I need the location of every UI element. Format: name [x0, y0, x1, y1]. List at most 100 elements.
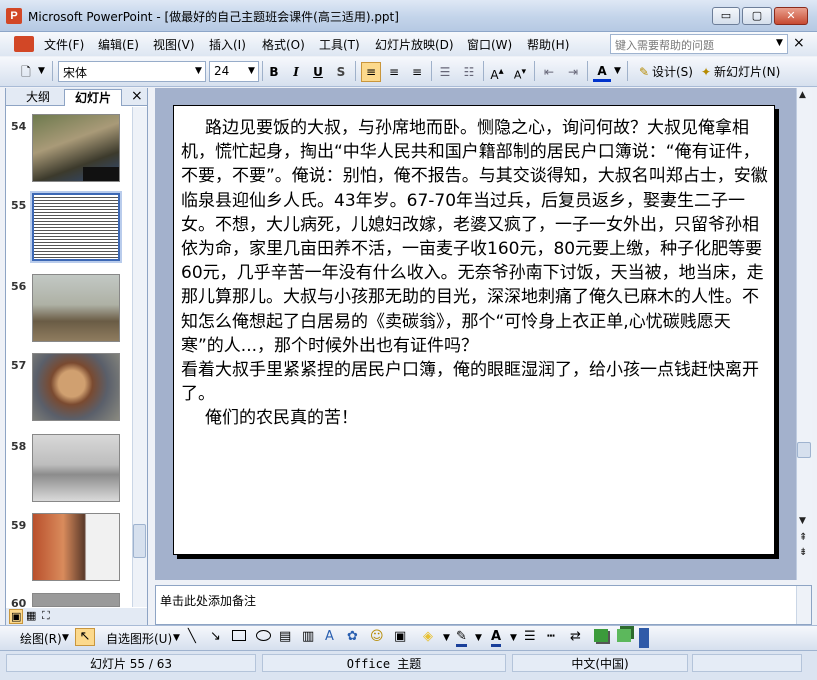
document-close-button[interactable]: × — [793, 35, 805, 51]
new-slide-button[interactable]: 新幻灯片(N) — [714, 62, 812, 82]
rectangle-icon[interactable] — [232, 630, 246, 641]
menu-help[interactable]: 帮助(H) — [527, 36, 569, 53]
align-right-icon[interactable]: ≡ — [408, 62, 426, 82]
scroll-up-icon[interactable]: ▲ — [799, 90, 806, 100]
document-icon[interactable] — [14, 36, 34, 52]
maximize-button[interactable]: ▢ — [742, 7, 772, 25]
clipart-icon[interactable]: ☺ — [370, 629, 384, 644]
tab-outline[interactable]: 大纲 — [14, 89, 62, 106]
select-pointer-icon[interactable]: ↖ — [75, 628, 95, 646]
menu-slideshow[interactable]: 幻灯片放映(D) — [375, 36, 454, 53]
draw-menu-button[interactable]: 绘图(R) — [20, 630, 62, 647]
powerpoint-app-icon[interactable]: P — [6, 8, 22, 24]
thumb-number: 55 — [11, 199, 27, 212]
shadow-style-icon[interactable] — [594, 629, 608, 642]
thumb-number: 59 — [11, 519, 27, 532]
window-title: Microsoft PowerPoint - [做最好的自己主题班会课件(高三适… — [28, 10, 399, 24]
chevron-down-icon[interactable]: ▼ — [62, 633, 69, 643]
panel-scrollbar-thumb[interactable] — [133, 524, 146, 558]
panel-close-button[interactable]: × — [131, 88, 143, 104]
slideshow-icon[interactable]: ⛶ — [42, 609, 50, 623]
slide-paragraph: 俺们的农民真的苦！ — [205, 408, 358, 429]
textbox-icon[interactable]: ▤ — [279, 629, 291, 644]
theme-name: Office 主题 — [262, 654, 506, 672]
toolbar-separator — [52, 61, 53, 81]
design-button[interactable]: 设计(S) — [652, 62, 694, 82]
chevron-down-icon[interactable]: ▼ — [776, 38, 783, 48]
slide-sorter-icon[interactable]: ▦ — [26, 609, 36, 622]
menu-window[interactable]: 窗口(W) — [467, 36, 512, 53]
toolbar-separator — [262, 61, 263, 81]
chevron-down-icon[interactable]: ▼ — [38, 66, 45, 76]
vertical-textbox-icon[interactable]: ▥ — [302, 629, 314, 644]
chevron-down-icon[interactable]: ▼ — [443, 633, 450, 643]
chevron-down-icon[interactable]: ▼ — [248, 66, 255, 76]
slide-thumbnail-60[interactable] — [32, 593, 120, 607]
font-name-select[interactable]: 宋体 — [58, 61, 206, 82]
toolbar-separator — [534, 61, 535, 81]
arrow-icon[interactable]: ↘ — [210, 629, 221, 644]
wordart-icon[interactable]: A — [325, 629, 334, 644]
menu-file[interactable]: 文件(F) — [44, 36, 84, 53]
slide-thumbnail-57[interactable] — [32, 353, 120, 421]
bulleted-list-icon[interactable]: ☷ — [460, 62, 478, 82]
thumb-number: 54 — [11, 120, 27, 133]
slide-thumbnail-58[interactable] — [32, 434, 120, 502]
new-document-icon[interactable]: 🗋 — [17, 62, 35, 82]
slide-thumbnail-55[interactable] — [32, 193, 120, 261]
menu-view[interactable]: 视图(V) — [153, 36, 195, 53]
chevron-down-icon[interactable]: ▼ — [614, 66, 621, 76]
diagram-icon[interactable]: ✿ — [347, 629, 358, 644]
slide-text-box[interactable]: 路边见要饭的大叔，与孙席地而卧。恻隐之心，询问何故？大叔见俺拿相机，慌忙起身，掏… — [181, 116, 769, 431]
slide-thumbnail-59[interactable] — [32, 513, 120, 581]
line-style-icon[interactable]: ☰ — [524, 629, 536, 644]
slide-thumbnail-56[interactable] — [32, 274, 120, 342]
chevron-down-icon[interactable]: ▼ — [173, 633, 180, 643]
previous-slide-icon[interactable]: ⇞ — [799, 532, 807, 543]
numbered-list-icon[interactable]: ☰ — [436, 62, 454, 82]
line-color-icon[interactable]: ✎ — [456, 629, 467, 647]
slide-thumbnail-54[interactable] — [32, 114, 120, 182]
menu-format[interactable]: 格式(O) — [262, 36, 305, 53]
toolbar-separator — [355, 61, 356, 81]
menu-insert[interactable]: 插入(I) — [209, 36, 246, 53]
normal-view-icon[interactable]: ▣ — [9, 609, 24, 624]
minimize-button[interactable]: ▭ — [712, 7, 740, 25]
menu-tools[interactable]: 工具(T) — [319, 36, 360, 53]
increase-font-icon[interactable]: A▴ — [488, 62, 506, 82]
chevron-down-icon[interactable]: ▼ — [195, 66, 202, 76]
align-left-icon[interactable]: ≡ — [361, 62, 381, 82]
arrow-style-icon[interactable]: ⇄ — [570, 629, 581, 644]
fill-color-icon[interactable]: ◈ — [423, 629, 433, 644]
tab-slides[interactable]: 幻灯片 — [64, 89, 122, 106]
3d-style-icon[interactable] — [617, 629, 631, 642]
autoshapes-button[interactable]: 自选图形(U) — [106, 630, 172, 647]
next-slide-icon[interactable]: ⇟ — [799, 547, 807, 558]
slide-scrollbar[interactable] — [796, 88, 812, 580]
font-color-icon[interactable]: A — [593, 62, 611, 82]
menu-edit[interactable]: 编辑(E) — [98, 36, 139, 53]
design-icon: ✎ — [638, 65, 650, 79]
help-search-input[interactable]: 键入需要帮助的问题 — [610, 34, 788, 54]
slide-scrollbar-thumb[interactable] — [797, 442, 811, 458]
italic-button[interactable]: I — [287, 62, 305, 82]
decrease-indent-icon[interactable]: ⇤ — [540, 62, 558, 82]
shadow-button[interactable]: S — [332, 62, 350, 82]
line-icon[interactable]: ╲ — [188, 629, 196, 644]
oval-icon[interactable] — [256, 630, 271, 641]
dash-style-icon[interactable]: ┅ — [547, 629, 555, 644]
align-center-icon[interactable]: ≡ — [385, 62, 403, 82]
slide-indicator: 幻灯片 55 / 63 — [6, 654, 256, 672]
increase-indent-icon[interactable]: ⇥ — [564, 62, 582, 82]
font-color-icon[interactable]: A — [491, 629, 502, 647]
underline-button[interactable]: U — [309, 62, 327, 82]
chevron-down-icon[interactable]: ▼ — [510, 633, 517, 643]
decrease-font-icon[interactable]: A▾ — [511, 62, 529, 82]
bold-button[interactable]: B — [265, 62, 283, 82]
notes-scrollbar[interactable] — [796, 586, 811, 624]
scroll-down-icon[interactable]: ▼ — [799, 516, 806, 526]
toolbar-options-icon[interactable] — [639, 628, 649, 648]
close-button[interactable]: ✕ — [774, 7, 808, 25]
chevron-down-icon[interactable]: ▼ — [475, 633, 482, 643]
picture-icon[interactable]: ▣ — [394, 629, 406, 644]
